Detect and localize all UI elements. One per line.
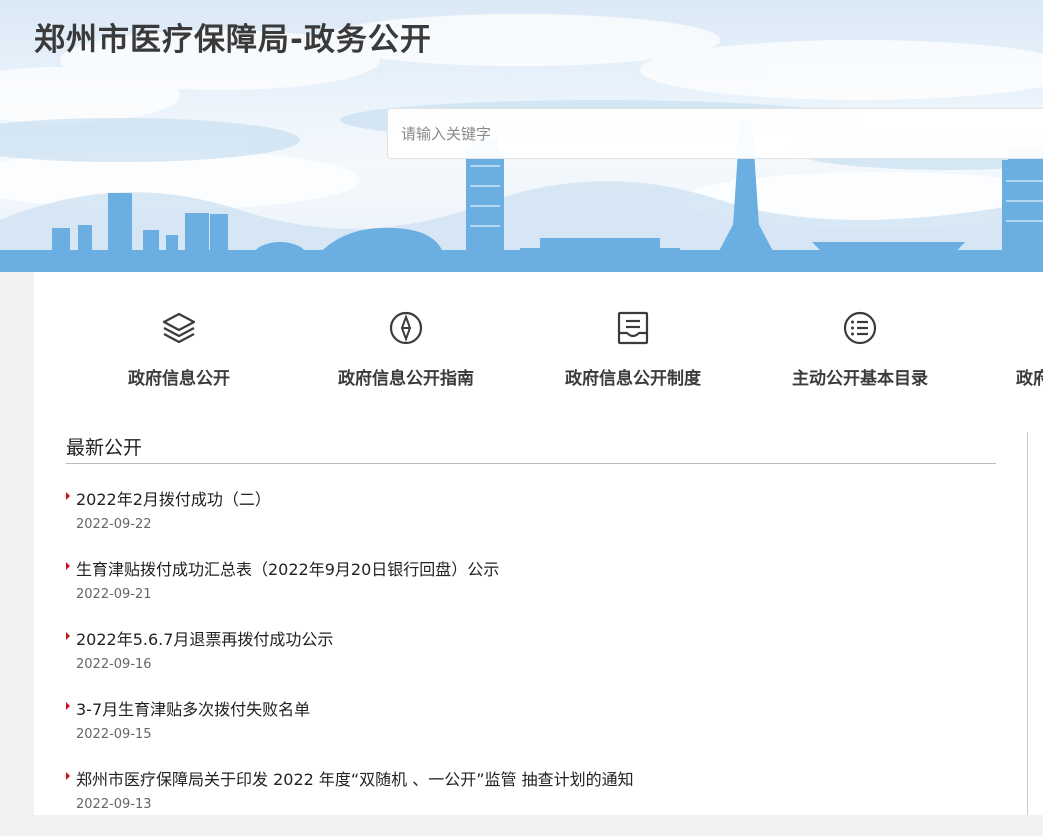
nav-label: 政府信息公开指南 bbox=[338, 369, 474, 389]
bullet-marker bbox=[66, 772, 70, 780]
bullet-marker bbox=[66, 702, 70, 710]
compass-icon bbox=[389, 311, 423, 345]
list-item-date: 2022-09-21 bbox=[76, 587, 152, 602]
latest-disclosure-list: 2022年2月拨付成功（二） 2022-09-22 生育津贴拨付成功汇总表（20… bbox=[66, 486, 996, 836]
bullet-marker bbox=[66, 562, 70, 570]
nav-active-disclosure-catalog[interactable]: 主动公开基本目录 bbox=[770, 308, 950, 389]
list-item: 2022年2月拨付成功（二） 2022-09-22 bbox=[66, 486, 996, 556]
bullet-marker bbox=[66, 492, 70, 500]
search-input[interactable] bbox=[387, 108, 1043, 159]
list-item-link[interactable]: 3-7月生育津贴多次拨付失败名单 bbox=[76, 696, 310, 720]
nav-gov-info-guide[interactable]: 政府信息公开指南 bbox=[316, 308, 496, 389]
list-item: 2022年5.6.7月退票再拨付成功公示 2022-09-16 bbox=[66, 626, 996, 696]
nav-truncated-item[interactable]: 政府 bbox=[1016, 308, 1043, 389]
nav-label: 政府信息公开 bbox=[128, 369, 230, 389]
list-item-date: 2022-09-16 bbox=[76, 657, 152, 672]
section-underline bbox=[66, 463, 996, 464]
list-item: 生育津贴拨付成功汇总表（2022年9月20日银行回盘）公示 2022-09-21 bbox=[66, 556, 996, 626]
content-panel: 政府信息公开 政府信息公开指南 政府信息公开制度 主动公开基本目录 政府 最新公… bbox=[34, 272, 1043, 815]
latest-disclosure-title: 最新公开 bbox=[66, 437, 143, 459]
list-item-link[interactable]: 2022年2月拨付成功（二） bbox=[76, 486, 271, 510]
nav-label: 政府信息公开制度 bbox=[565, 369, 701, 389]
list-item: 郑州市医疗保障局关于印发 2022 年度“双随机 、一公开”监管 抽查计划的通知… bbox=[66, 766, 996, 836]
list-item-link[interactable]: 生育津贴拨付成功汇总表（2022年9月20日银行回盘）公示 bbox=[76, 556, 499, 580]
vertical-divider bbox=[1027, 432, 1028, 815]
list-item-date: 2022-09-13 bbox=[76, 797, 152, 812]
nav-label: 主动公开基本目录 bbox=[792, 369, 928, 389]
header-banner: 郑州市医疗保障局-政务公开 bbox=[0, 0, 1043, 272]
list-item-date: 2022-09-15 bbox=[76, 727, 152, 742]
list-item: 3-7月生育津贴多次拨付失败名单 2022-09-15 bbox=[66, 696, 996, 766]
list-item-link[interactable]: 2022年5.6.7月退票再拨付成功公示 bbox=[76, 626, 333, 650]
nav-gov-info-system[interactable]: 政府信息公开制度 bbox=[543, 308, 723, 389]
quick-nav: 政府信息公开 政府信息公开指南 政府信息公开制度 主动公开基本目录 政府 bbox=[34, 272, 1043, 402]
list-item-link[interactable]: 郑州市医疗保障局关于印发 2022 年度“双随机 、一公开”监管 抽查计划的通知 bbox=[76, 766, 634, 790]
nav-label: 政府 bbox=[1016, 369, 1043, 389]
inbox-icon bbox=[617, 311, 649, 345]
list-icon bbox=[843, 311, 877, 345]
bullet-marker bbox=[66, 632, 70, 640]
layers-icon bbox=[162, 312, 196, 344]
list-item-date: 2022-09-22 bbox=[76, 517, 152, 532]
site-title: 郑州市医疗保障局-政务公开 bbox=[34, 22, 432, 58]
nav-gov-info-open[interactable]: 政府信息公开 bbox=[89, 308, 269, 389]
